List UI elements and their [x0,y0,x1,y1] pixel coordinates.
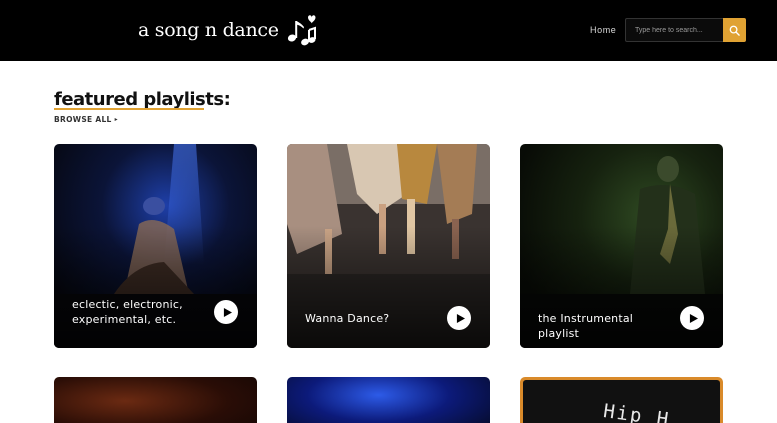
playlist-card-hip-hop[interactable]: Hip H [520,377,723,423]
site-header: a song n dance Home [0,0,777,61]
site-logo[interactable]: a song n dance [138,12,318,48]
playlist-card-wanna-dance[interactable]: Wanna Dance? [287,144,490,348]
chalkboard-text: Hip H [601,400,672,423]
chalkboard-image: Hip H [523,380,720,423]
caret-right-icon: ▸ [114,116,118,123]
play-icon [223,307,232,317]
card-overlay [54,225,257,348]
page-title: featured playlists: [54,89,231,110]
play-icon [689,313,698,323]
title-underline [54,108,204,110]
browse-all-link[interactable]: BROWSE ALL ▸ [54,115,118,124]
play-icon [456,313,465,323]
search-button[interactable] [723,18,746,42]
logo-text: a song n dance [138,19,279,41]
playlist-card-partial[interactable] [54,377,257,423]
nav-home-link[interactable]: Home [590,25,616,35]
playlist-title: eclectic, electronic, experimental, etc. [72,297,199,327]
browse-all-label: BROWSE ALL [54,115,112,124]
playlist-title: the Instrumental playlist [538,312,634,340]
playlist-card-instrumental[interactable]: the Instrumental playlist [520,144,723,348]
search-input[interactable] [625,18,723,42]
playlist-title-line: experimental, etc. [72,313,177,326]
playlist-card-partial[interactable] [287,377,490,423]
playlist-title-line: eclectic, electronic, [72,298,183,311]
playlist-title: Wanna Dance? [305,312,390,325]
play-button[interactable] [447,306,471,330]
search-icon [729,25,740,36]
music-notes-icon [287,15,316,46]
play-button[interactable] [214,300,238,324]
play-button[interactable] [680,306,704,330]
playlist-card-eclectic[interactable]: eclectic, electronic, experimental, etc. [54,144,257,348]
